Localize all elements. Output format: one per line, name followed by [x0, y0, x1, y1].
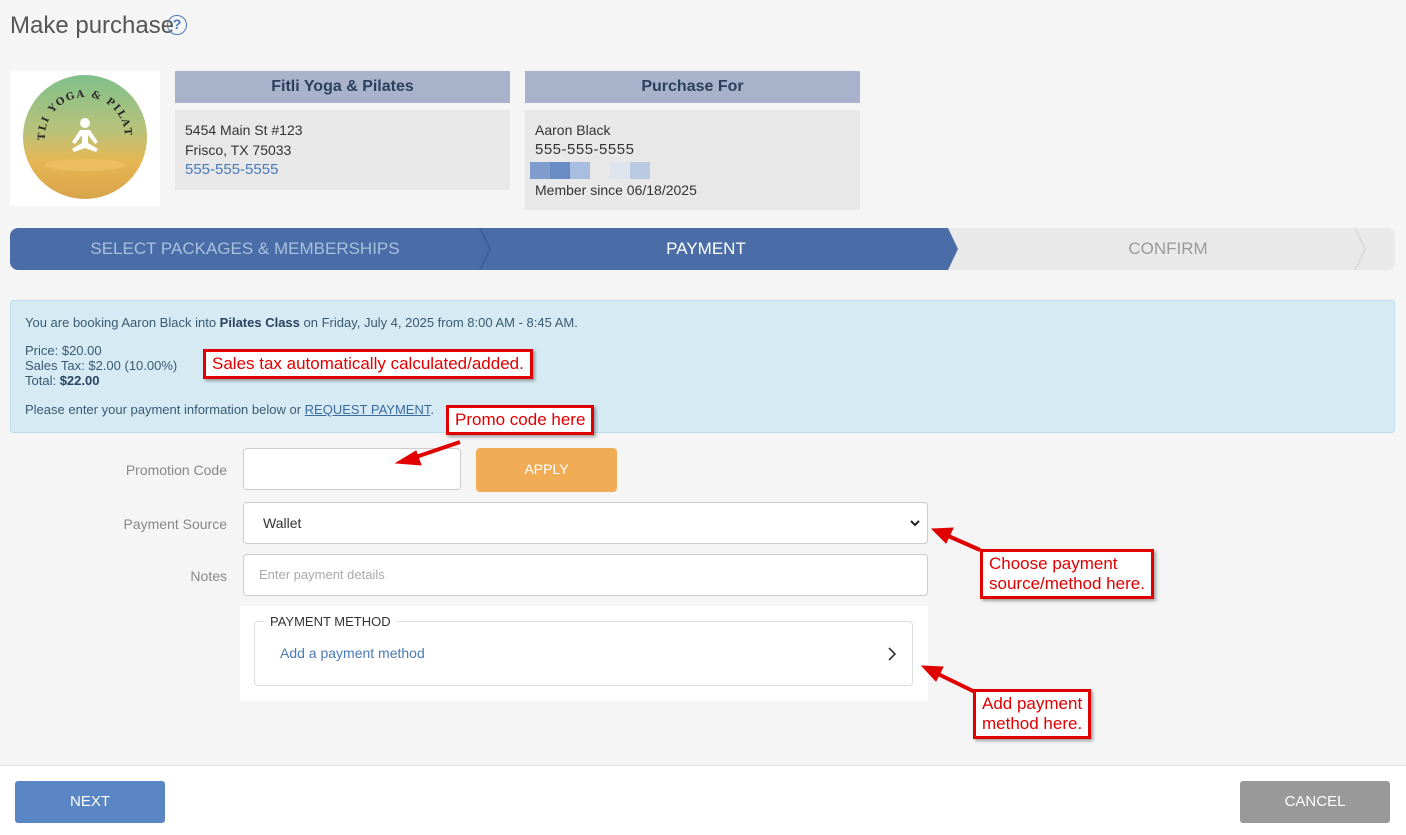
promo-code-input[interactable] [243, 448, 461, 490]
annotation-promo: Promo code here [446, 405, 595, 435]
purchase-steps: SELECT PACKAGES & MEMBERSHIPS PAYMENT CO… [10, 228, 1395, 270]
apply-button[interactable]: APPLY [476, 448, 617, 492]
add-payment-method-link[interactable]: Add a payment method [280, 645, 425, 661]
booking-summary: You are booking Aaron Black into Pilates… [25, 315, 578, 330]
payment-instructions: Please enter your payment information be… [25, 402, 434, 417]
promo-label: Promotion Code [125, 462, 227, 478]
step-payment[interactable]: PAYMENT [490, 228, 922, 270]
payment-source-value: Wallet [263, 515, 302, 531]
annotation-sales-tax: Sales tax automatically calculated/added… [203, 349, 533, 379]
annotation-choose-source: Choose payment source/method here. [980, 549, 1154, 599]
step-confirm: CONFIRM [1128, 239, 1208, 258]
studio-address-line1: 5454 Main St #123 [185, 122, 303, 138]
sales-tax-line: Sales Tax: $2.00 (10.00%) [25, 358, 178, 373]
class-name: Pilates Class [219, 315, 300, 330]
customer-name: Aaron Black [535, 122, 611, 138]
member-since: Member since 06/18/2025 [535, 182, 697, 198]
studio-logo: FITLI YOGA & PILATES [10, 71, 160, 206]
notes-label: Notes [190, 568, 227, 584]
payment-source-select[interactable]: Wallet [243, 502, 928, 544]
price-breakdown: Price: $20.00 Sales Tax: $2.00 (10.00%) … [25, 343, 177, 388]
payment-method-legend: PAYMENT METHOD [264, 614, 397, 629]
price-line: Price: $20.00 [25, 343, 102, 358]
studio-address-line2: Frisco, TX 75033 [185, 142, 292, 158]
redacted-email [530, 160, 850, 180]
question-circle-icon[interactable]: ? [167, 15, 187, 35]
step-select-packages[interactable]: SELECT PACKAGES & MEMBERSHIPS [10, 228, 480, 270]
annotation-add-method: Add payment method here. [973, 689, 1092, 739]
studio-name: Fitli Yoga & Pilates [175, 71, 510, 103]
payment-method-panel: Add a payment method PAYMENT METHOD [240, 606, 928, 701]
chevron-down-icon [910, 520, 920, 527]
payment-source-label: Payment Source [123, 516, 228, 532]
studio-details: 5454 Main St #123 Frisco, TX 75033 555-5… [175, 110, 510, 190]
customer-details: Aaron Black 555-555-5555 Member since 06… [525, 110, 860, 210]
purchase-for-card: Purchase For Aaron Black 555-555-5555 Me… [525, 71, 860, 210]
add-payment-method-row[interactable]: Add a payment method [254, 621, 913, 686]
studio-card: Fitli Yoga & Pilates 5454 Main St #123 F… [175, 71, 510, 190]
customer-phone: 555-555-5555 [535, 141, 635, 158]
studio-phone-link[interactable]: 555-555-5555 [185, 160, 500, 180]
page-title: Make purchase [10, 12, 175, 39]
notes-placeholder: Enter payment details [259, 567, 385, 582]
notes-input[interactable]: Enter payment details [243, 554, 928, 596]
footer-bar: NEXT CANCEL [0, 765, 1406, 835]
total-line: Total: $22.00 [25, 373, 100, 388]
next-button[interactable]: NEXT [15, 781, 165, 823]
request-payment-link[interactable]: REQUEST PAYMENT [305, 402, 431, 417]
chevron-right-icon [888, 647, 897, 661]
purchase-for-heading: Purchase For [525, 71, 860, 103]
cancel-button[interactable]: CANCEL [1240, 781, 1390, 823]
